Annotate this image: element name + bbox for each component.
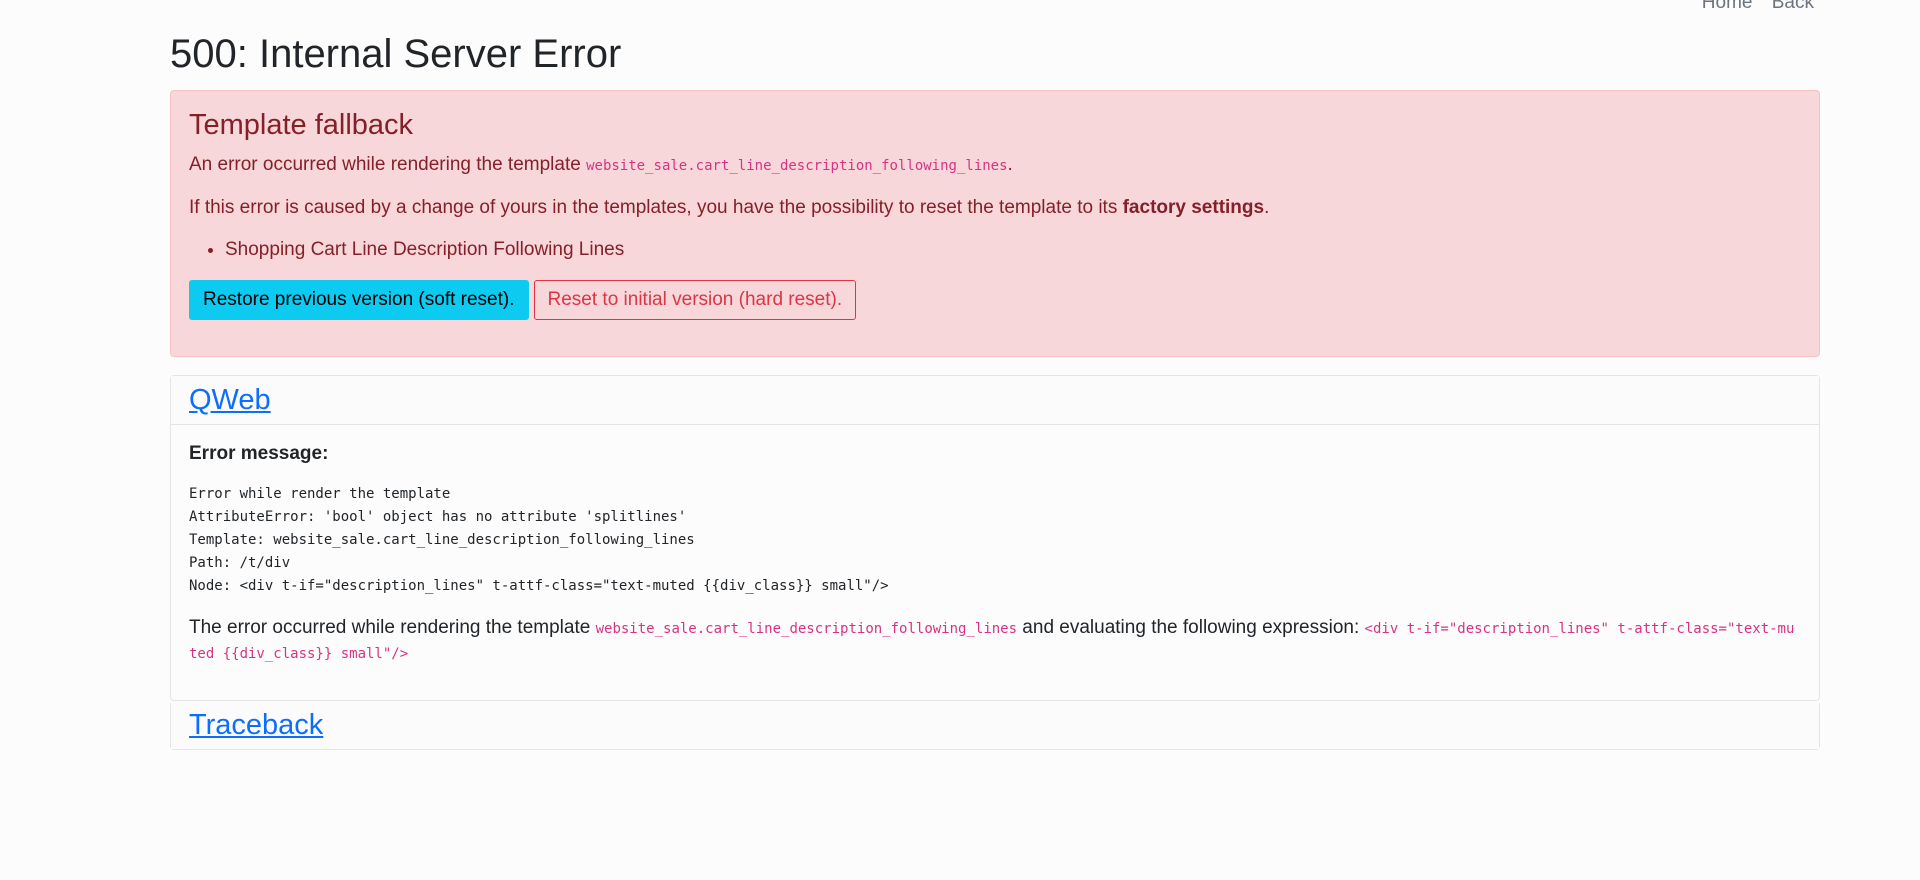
main-container: 500: Internal Server Error Template fall…: [170, 30, 1820, 750]
back-link[interactable]: Back: [1772, 0, 1814, 13]
traceback-link[interactable]: Traceback: [189, 709, 323, 741]
alert-line2: If this error is caused by a change of y…: [189, 196, 1801, 220]
traceback-card-header: Traceback: [171, 701, 1819, 749]
error-context: The error occurred while rendering the t…: [189, 616, 1801, 666]
error-context-middle: and evaluating the following expression:: [1017, 617, 1365, 638]
page-title: 500: Internal Server Error: [170, 32, 622, 76]
alert-line1: An error occurred while rendering the te…: [189, 153, 1801, 178]
template-fallback-alert: Template fallback An error occurred whil…: [170, 90, 1820, 357]
error-template-name: website_sale.cart_line_description_follo…: [595, 621, 1018, 637]
qweb-card-header: QWeb: [171, 376, 1819, 425]
reset-buttons: Restore previous version (soft reset). R…: [189, 280, 1801, 320]
error-context-prefix: The error occurred while rendering the t…: [189, 617, 596, 638]
list-item: Shopping Cart Line Description Following…: [225, 238, 1801, 262]
qweb-card: QWeb Error message: Error while render t…: [170, 375, 1820, 701]
alert-line2-suffix: .: [1264, 197, 1270, 218]
qweb-card-body: Error message: Error while render the te…: [171, 425, 1819, 700]
alert-heading: Template fallback: [189, 109, 414, 141]
qweb-link[interactable]: QWeb: [189, 384, 271, 416]
alert-template-name: website_sale.cart_line_description_follo…: [586, 158, 1008, 174]
alert-line2-prefix: If this error is caused by a change of y…: [189, 197, 1123, 218]
alert-line1-suffix: .: [1007, 154, 1013, 175]
template-list: Shopping Cart Line Description Following…: [189, 238, 1801, 262]
alert-line1-prefix: An error occurred while rendering the te…: [189, 154, 587, 175]
error-message-text: Error while render the template Attribut…: [189, 486, 889, 594]
home-link[interactable]: Home: [1702, 0, 1753, 13]
hard-reset-button[interactable]: Reset to initial version (hard reset).: [533, 280, 857, 320]
factory-settings-text: factory settings: [1122, 197, 1265, 218]
soft-reset-button[interactable]: Restore previous version (soft reset).: [189, 280, 529, 320]
error-message-label: Error message:: [189, 443, 329, 464]
top-nav: Home Back: [1688, 0, 1814, 14]
traceback-card: Traceback: [170, 701, 1820, 750]
